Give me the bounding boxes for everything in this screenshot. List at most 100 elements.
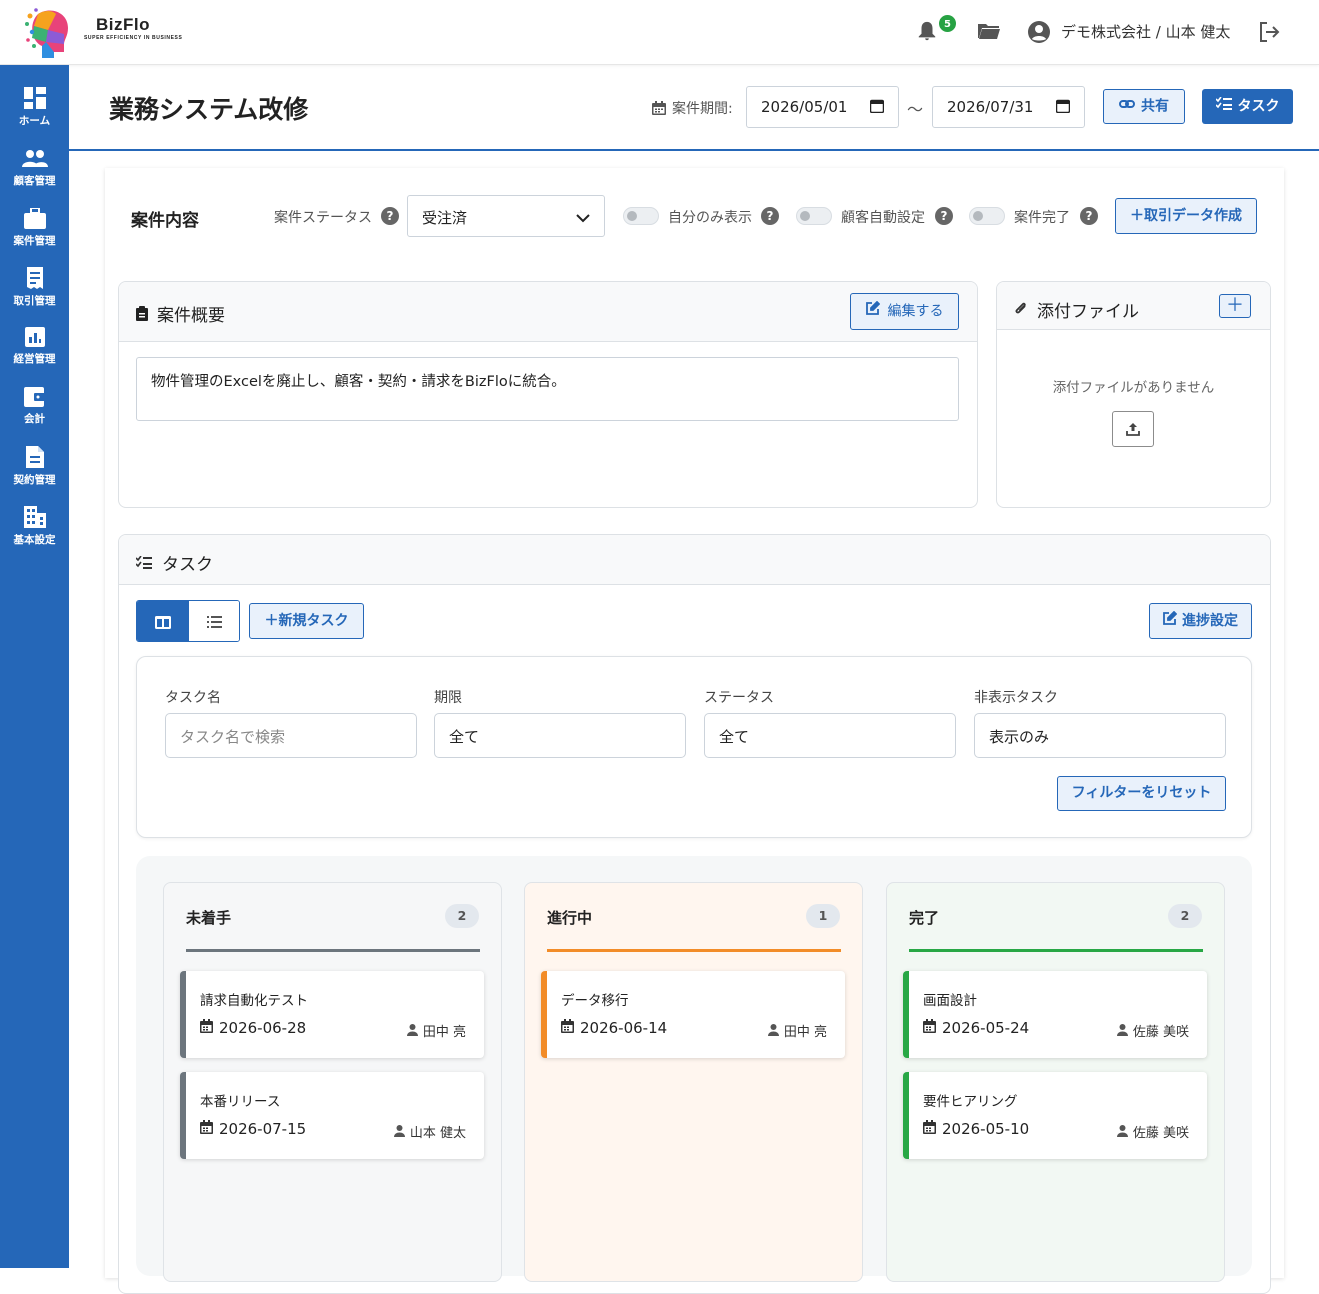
task-list-icon	[135, 554, 152, 573]
create-transaction-label: 取引データ作成	[1144, 208, 1242, 224]
tasks-panel-header: タスク	[119, 535, 1270, 585]
sidebar-item-home[interactable]: ホーム	[0, 87, 69, 145]
users-icon	[21, 150, 48, 167]
task-assignee: 田中 亮	[767, 1021, 827, 1040]
calendar-picker-icon[interactable]	[869, 99, 885, 117]
customer-auto-label: 顧客自動設定	[841, 210, 925, 226]
new-task-label: 新規タスク	[278, 613, 349, 629]
user-icon	[767, 1024, 779, 1040]
task-assignee-name: 佐藤 美咲	[1132, 1126, 1189, 1141]
calendar-icon	[923, 1120, 936, 1138]
status-select[interactable]: 受注済	[407, 195, 605, 237]
logout-icon[interactable]	[1257, 20, 1281, 44]
progress-settings-button[interactable]: 進捗設定	[1149, 603, 1252, 639]
sidebar-item-projects[interactable]: 案件管理	[0, 208, 69, 266]
status-filter-select[interactable]: 全て	[704, 713, 956, 758]
help-icon[interactable]: ?	[761, 207, 779, 225]
list-view-button[interactable]	[189, 601, 239, 641]
progress-settings-label: 進捗設定	[1182, 613, 1238, 629]
task-due-date: 2026-05-24	[923, 1019, 1029, 1037]
end-date-value: 2026/07/31	[947, 98, 1034, 116]
upload-button[interactable]	[1112, 411, 1154, 447]
attachments-empty-message: 添付ファイルがありません	[1052, 380, 1215, 396]
calendar-icon	[200, 1120, 213, 1138]
help-icon[interactable]: ?	[381, 207, 399, 225]
share-button[interactable]: 共有	[1103, 89, 1185, 124]
tasks-title: タスク	[162, 555, 213, 575]
task-list-icon	[1214, 89, 1232, 124]
sidebar-item-label: 顧客管理	[13, 175, 56, 187]
help-icon[interactable]: ?	[935, 207, 953, 225]
task-card[interactable]: 画面設計 2026-05-24 佐藤 美咲	[903, 971, 1207, 1058]
overview-title: 案件概要	[157, 306, 225, 326]
task-name: 画面設計	[923, 993, 977, 1009]
user-icon	[406, 1024, 418, 1040]
sidebar-item-management[interactable]: 経営管理	[0, 327, 69, 385]
task-card[interactable]: 請求自動化テスト 2026-06-28 田中 亮	[180, 971, 484, 1058]
task-card[interactable]: 本番リリース 2026-07-15 山本 健太	[180, 1072, 484, 1159]
new-task-button[interactable]: ＋新規タスク	[249, 603, 364, 639]
calendar-picker-icon[interactable]	[1055, 99, 1071, 117]
help-icon[interactable]: ?	[1080, 207, 1098, 225]
user-icon	[1116, 1024, 1128, 1040]
brand-tagline: SUPER EFFICIENCY IN BUSINESS	[84, 35, 183, 41]
sidebar-item-customers[interactable]: 顧客管理	[0, 149, 69, 207]
task-assignee: 佐藤 美咲	[1116, 1122, 1189, 1141]
columns-icon	[155, 616, 171, 629]
status-label: 案件ステータス	[274, 210, 372, 226]
task-card[interactable]: 要件ヒアリング 2026-05-10 佐藤 美咲	[903, 1072, 1207, 1159]
kanban-column: 完了 2 画面設計 2026-05-24 佐藤 美咲 要件ヒアリング 2026-05-10 佐…	[886, 882, 1225, 1282]
attachments-panel: 添付ファイル ＋ 添付ファイルがありません	[996, 281, 1271, 508]
wallet-icon	[23, 387, 46, 407]
kanban-view-button[interactable]	[137, 601, 189, 641]
due-filter-select[interactable]: 全て	[434, 713, 686, 758]
task-due-date: 2026-06-14	[561, 1019, 667, 1037]
calendar-icon	[923, 1019, 936, 1037]
calendar-icon	[652, 100, 666, 119]
sidebar-item-contracts[interactable]: 契約管理	[0, 446, 69, 504]
task-name-search-input[interactable]: タスク名で検索	[165, 713, 417, 758]
task-assignee: 佐藤 美咲	[1116, 1021, 1189, 1040]
edit-label: 編集する	[887, 303, 944, 320]
edit-overview-button[interactable]: 編集する	[850, 293, 959, 330]
task-filter-card: タスク名 タスク名で検索 期限 全て ステータス 全て 非表示タスク 表示のみ …	[136, 656, 1252, 838]
folder-icon[interactable]	[977, 20, 1001, 44]
add-attachment-button[interactable]: ＋	[1219, 294, 1251, 318]
task-due-date: 2026-06-28	[200, 1019, 306, 1037]
task-button[interactable]: タスク	[1202, 89, 1293, 124]
self-only-toggle[interactable]	[623, 207, 659, 225]
kanban-column-count-badge: 1	[806, 904, 840, 928]
dashboard-icon	[23, 87, 46, 109]
attachments-title: 添付ファイル	[1037, 302, 1139, 322]
sidebar-item-label: 案件管理	[13, 235, 56, 247]
user-avatar-icon[interactable]	[1027, 20, 1051, 44]
sidebar-item-transactions[interactable]: 取引管理	[0, 267, 69, 325]
start-date-input[interactable]: 2026/05/01	[746, 86, 899, 128]
view-mode-toggle	[136, 600, 240, 642]
create-transaction-button[interactable]: ＋取引データ作成	[1115, 198, 1257, 234]
task-assignee-name: 山本 健太	[409, 1126, 466, 1141]
filter-due-label: 期限	[434, 690, 462, 706]
sidebar-item-accounting[interactable]: 会計	[0, 387, 69, 445]
task-card[interactable]: データ移行 2026-06-14 田中 亮	[541, 971, 845, 1058]
self-only-label: 自分のみ表示	[668, 210, 752, 226]
briefcase-icon	[23, 208, 46, 229]
overview-panel-header: 案件概要 編集する	[119, 282, 977, 342]
reset-filter-button[interactable]: フィルターをリセット	[1057, 776, 1226, 811]
list-icon	[207, 616, 222, 628]
hidden-task-filter-select[interactable]: 表示のみ	[974, 713, 1226, 758]
link-icon	[1119, 90, 1135, 123]
plus-icon: ＋	[1130, 208, 1144, 224]
overview-text[interactable]: 物件管理のExcelを廃止し、顧客・契約・請求をBizFloに統合。	[136, 357, 959, 421]
kanban-column-count-badge: 2	[1168, 904, 1202, 928]
bell-icon[interactable]	[916, 20, 940, 44]
customer-auto-toggle[interactable]	[796, 207, 832, 225]
building-icon	[23, 506, 46, 528]
sidebar-item-label: 基本設定	[13, 534, 56, 546]
user-company-name[interactable]: デモ株式会社 / 山本 健太	[1061, 21, 1230, 42]
project-complete-label: 案件完了	[1014, 210, 1070, 226]
sidebar-item-settings[interactable]: 基本設定	[0, 506, 69, 564]
end-date-input[interactable]: 2026/07/31	[932, 86, 1085, 128]
project-complete-toggle[interactable]	[969, 207, 1005, 225]
bizflo-logo[interactable]	[24, 6, 72, 58]
